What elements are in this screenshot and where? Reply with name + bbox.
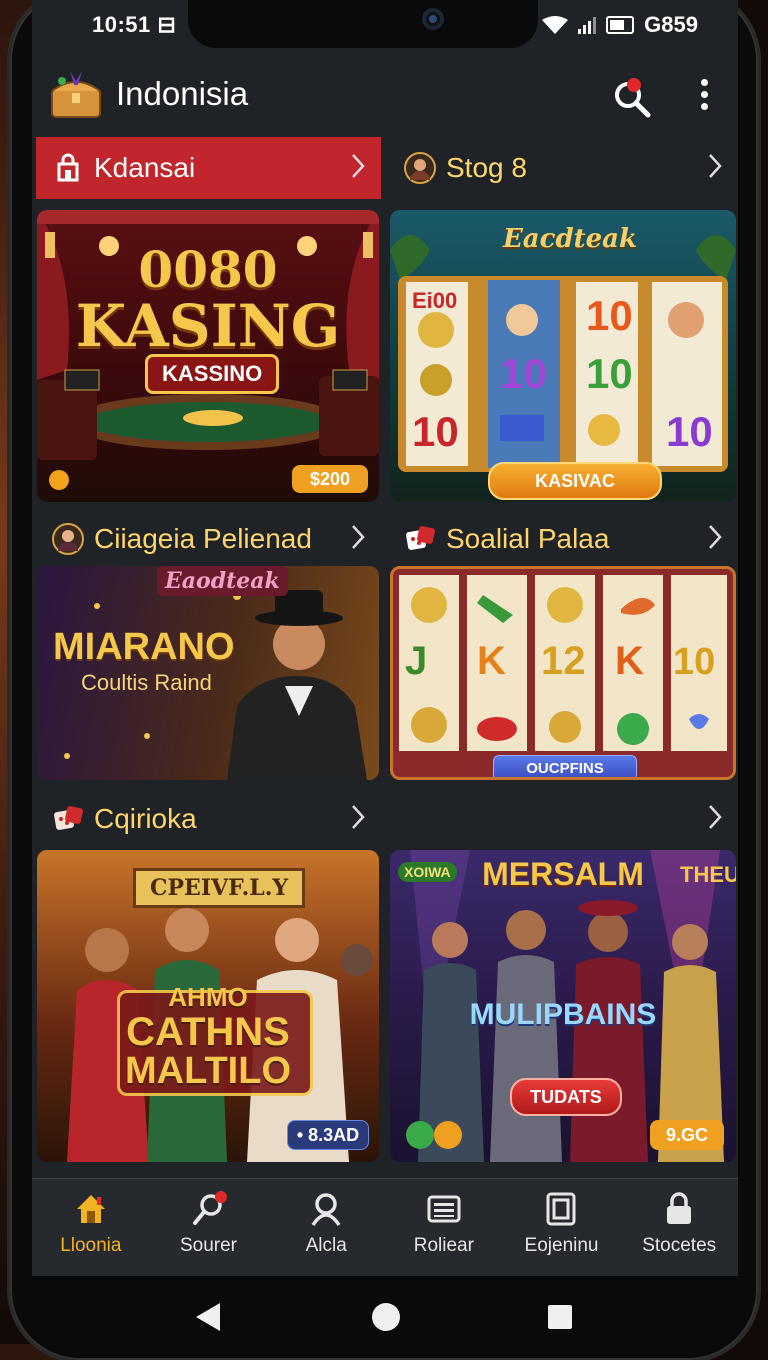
status-indicators: G859 <box>542 12 698 38</box>
status-right-text: G859 <box>644 12 698 37</box>
price-badge: • 8.3AD <box>287 1120 369 1150</box>
status-time: 10:51 ⊟ <box>92 12 176 38</box>
nav-label: Roliear <box>413 1235 474 1256</box>
wifi-icon <box>542 16 569 34</box>
avatar-icon <box>52 523 84 555</box>
dice-icon <box>54 806 83 830</box>
play-button[interactable]: TUDATS <box>510 1078 622 1116</box>
reel-symbol: 10 <box>586 350 633 397</box>
nav-item-home[interactable]: Lloonia <box>32 1179 150 1276</box>
nav-item-games[interactable]: Roliear <box>385 1179 503 1276</box>
chevron-right-icon <box>709 154 722 178</box>
chevron-right-icon <box>709 525 722 549</box>
reel-symbol: K <box>477 639 506 683</box>
bottom-navigation: Lloonia Sourer Alcla Roliear Eojeninu St… <box>32 1178 738 1276</box>
nav-label: Lloonia <box>60 1235 122 1256</box>
kasino-headline: 0080 <box>138 240 278 299</box>
section-title: Cqirioka <box>94 803 197 834</box>
user-icon <box>311 1193 341 1227</box>
kasino-sign: KASSINO <box>145 354 280 394</box>
section-header-kdansai[interactable]: Kdansai <box>36 137 381 199</box>
reel-symbol: 10 <box>586 292 633 339</box>
section-header-ciiageia[interactable]: Ciiageia Pelienad <box>36 508 381 570</box>
slots-game-card-2[interactable]: J K 12 K 10 OUCPFINS <box>390 566 736 780</box>
reel-symbol: 12 <box>541 639 586 683</box>
slots-banner: Eacdteak <box>502 224 638 254</box>
section-header-more[interactable] <box>388 788 738 850</box>
nav-item-cards[interactable]: Eojeninu <box>503 1179 621 1276</box>
nav-label: Sourer <box>179 1235 238 1256</box>
home-button-icon[interactable] <box>372 1303 400 1331</box>
price-badge: $200 <box>292 465 368 493</box>
price-badge: 9.GC <box>650 1120 724 1150</box>
chevron-right-icon <box>352 525 365 549</box>
search-icon[interactable] <box>610 75 654 119</box>
mersalm-game-card[interactable]: MERSALM XOIWA THEU MULIPBAINS TUDATS 9.G… <box>390 850 736 1162</box>
chevron-right-icon <box>709 805 722 829</box>
play-button[interactable]: KASIVAC <box>488 462 662 500</box>
miarano-banner: Eaodteak <box>157 566 288 596</box>
slots-game-card-1[interactable]: Eacdteak Ei00 10 10 10 10 10 KASIVAC <box>390 210 736 502</box>
right-tag: THEU <box>680 862 736 887</box>
section-title: Ciiageia Pelienad <box>94 523 312 554</box>
time-text: 10:51 <box>92 12 151 37</box>
reel-symbol: Ei00 <box>412 288 458 313</box>
app-title: Indonisia <box>116 75 249 112</box>
cathns-line2: CATHNS <box>126 1010 290 1054</box>
reel-symbol: 10 <box>500 350 547 397</box>
section-title: Soalial Palaa <box>446 523 610 554</box>
reel-symbol: 10 <box>412 408 459 455</box>
nav-item-account[interactable]: Alcla <box>267 1179 385 1276</box>
miarano-title: MIARANO <box>53 626 235 668</box>
cathns-line1: AHMO <box>168 982 248 1012</box>
left-tag: XOIWA <box>398 862 457 882</box>
miarano-subtitle: Coultis Raind <box>81 670 212 695</box>
chevron-right-icon <box>352 154 365 178</box>
treasure-chest-logo-icon[interactable] <box>48 67 104 121</box>
cathns-banner: CPEIVF.L.Y <box>133 868 306 908</box>
lock-icon <box>667 1192 692 1224</box>
reel-symbol: 10 <box>666 408 713 455</box>
search-icon <box>192 1191 227 1225</box>
home-icon <box>76 1195 105 1223</box>
reel-symbol: 10 <box>673 641 716 683</box>
camera-notch <box>188 0 538 48</box>
front-camera <box>422 8 444 30</box>
system-navigation-bar <box>196 1303 572 1331</box>
reel-symbol: K <box>615 639 644 683</box>
shop-bag-icon <box>57 153 79 182</box>
section-header-cqirioka[interactable]: Cqirioka <box>36 788 381 850</box>
nav-item-search[interactable]: Sourer <box>150 1179 268 1276</box>
keyboard-icon <box>427 1195 461 1223</box>
kasino-title: KASING <box>75 292 341 360</box>
app-screen: Kdansai Stog 8 0080 KASING KASSINO $200 … <box>32 0 738 1275</box>
app-bar: Indonisia <box>32 55 738 135</box>
battery-icon <box>606 16 635 34</box>
nav-label: Alcla <box>305 1235 347 1256</box>
nav-item-settings[interactable]: Stocetes <box>620 1179 738 1276</box>
section-title: Kdansai <box>94 152 196 183</box>
cathns-game-card[interactable]: CPEIVF.L.Y AHMO CATHNS MALTILO • 8.3AD <box>37 850 379 1162</box>
back-icon[interactable] <box>196 1303 220 1331</box>
recents-icon[interactable] <box>548 1305 572 1329</box>
kasino-game-card[interactable]: 0080 KASING KASSINO $200 <box>37 210 379 502</box>
more-menu-icon[interactable] <box>692 75 716 115</box>
mersalm-center-title: MULIPBAINS <box>469 998 657 1031</box>
nav-label: Stocetes <box>642 1235 717 1256</box>
section-title: Stog 8 <box>446 152 527 183</box>
chevron-right-icon <box>352 805 365 829</box>
nav-label: Eojeninu <box>524 1235 599 1256</box>
signal-icon <box>578 16 597 34</box>
cathns-line3: MALTILO <box>124 1050 292 1092</box>
dice-icon <box>406 526 435 550</box>
card-icon <box>546 1192 576 1226</box>
section-header-soalial[interactable]: Soalial Palaa <box>388 508 738 570</box>
miarano-game-card[interactable]: Eaodteak MIARANO Coultis Raind <box>37 566 379 780</box>
spins-button[interactable]: OUCPFINS <box>493 755 637 777</box>
screenshot-indicator-icon: ⊟ <box>157 12 177 37</box>
reel-symbol: J <box>405 639 428 683</box>
avatar-icon <box>404 152 436 184</box>
section-header-stog[interactable]: Stog 8 <box>388 137 738 199</box>
